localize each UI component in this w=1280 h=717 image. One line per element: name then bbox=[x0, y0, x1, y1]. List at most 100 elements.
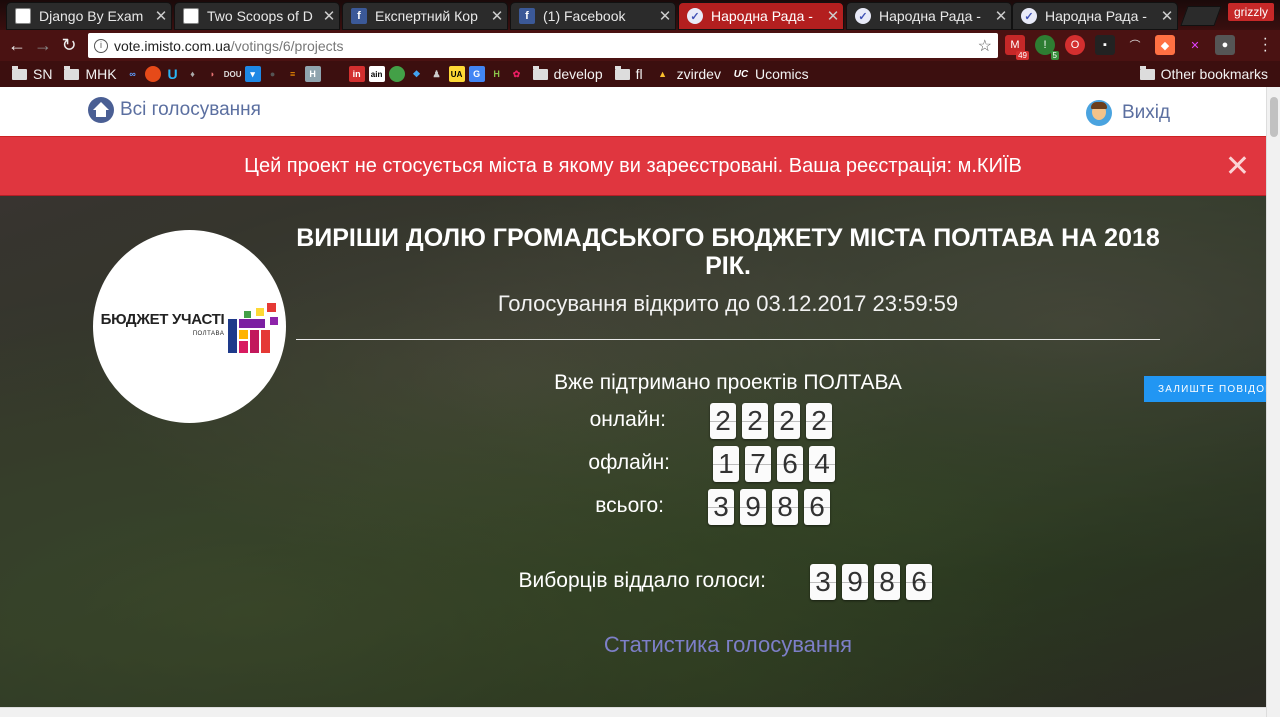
close-icon[interactable]: ✕ bbox=[319, 7, 339, 25]
reload-icon[interactable]: ↻ bbox=[56, 35, 82, 56]
tab-5-active[interactable]: ✓ Народна Рада - ✕ bbox=[678, 2, 844, 30]
browser-menu-icon[interactable]: · · · bbox=[1263, 31, 1268, 59]
tab-3[interactable]: f Експертний Кор ✕ bbox=[342, 2, 508, 30]
ghost-icon[interactable]: ◗ bbox=[205, 66, 221, 82]
logo-subtitle: ПОЛТАВА bbox=[192, 330, 225, 337]
folder-icon bbox=[64, 65, 80, 80]
counter-digit: 8 bbox=[772, 489, 798, 525]
bookmark-folder-fl[interactable]: fl bbox=[611, 65, 647, 82]
bookmark-folder-mhk[interactable]: MHK bbox=[60, 65, 120, 82]
infinity-icon[interactable]: ∞ bbox=[125, 66, 141, 82]
offline-label: офлайн: bbox=[588, 451, 670, 474]
all-votings-link[interactable]: Всі голосування bbox=[88, 97, 261, 123]
orange-extension-icon[interactable]: ◆ bbox=[1155, 35, 1175, 55]
registration-alert: Цей проект не стосується міста в якому в… bbox=[0, 136, 1266, 196]
bookmark-ucomics[interactable]: UC Ucomics bbox=[729, 66, 813, 82]
linkedin-icon[interactable]: in bbox=[348, 66, 365, 82]
arc-extension-icon[interactable]: ⌒ bbox=[1125, 35, 1145, 55]
counter-digit: 6 bbox=[906, 564, 932, 600]
bookmark-label: zvirdev bbox=[676, 66, 721, 82]
star-icon[interactable]: ☆ bbox=[978, 36, 992, 56]
facebook-icon: f bbox=[519, 8, 535, 24]
tab-7[interactable]: ✓ Народна Рада - ✕ bbox=[1012, 2, 1178, 30]
logo-text: БЮДЖЕТ УЧАСТІ ПОЛТАВА bbox=[100, 310, 225, 341]
green-extension-icon[interactable]: ! 5 bbox=[1035, 35, 1059, 60]
shield-icon[interactable]: ▾ bbox=[244, 66, 261, 82]
tab-title: Django By Exam bbox=[39, 8, 144, 24]
close-icon[interactable]: ✕ bbox=[823, 7, 843, 25]
bookmark-zvirdev[interactable]: ▲ zvirdev bbox=[651, 66, 725, 82]
voting-deadline: Голосування відкрито до 03.12.2017 23:59… bbox=[497, 291, 959, 316]
lightbulb-icon[interactable]: ♦ bbox=[185, 66, 201, 82]
github-icon[interactable]: ● bbox=[265, 66, 281, 82]
tomato-icon[interactable] bbox=[144, 66, 161, 82]
folder-icon bbox=[12, 65, 27, 80]
chess-icon[interactable]: ♟ bbox=[429, 66, 445, 82]
tab-title: (1) Facebook bbox=[543, 8, 626, 24]
close-icon[interactable]: ✕ bbox=[655, 7, 675, 25]
bulb-extension-icon[interactable]: ● bbox=[1215, 35, 1235, 55]
close-icon[interactable]: ✕ bbox=[991, 7, 1011, 25]
flower-icon[interactable]: ✿ bbox=[509, 66, 525, 82]
back-arrow-icon[interactable]: ← bbox=[4, 35, 30, 56]
alert-message: Цей проект не стосується міста в якому в… bbox=[244, 154, 1022, 177]
other-bookmarks[interactable]: Other bookmarks bbox=[1136, 65, 1272, 82]
cross-extension-icon[interactable]: ✕ bbox=[1185, 35, 1205, 55]
gmail-icon[interactable]: M 49 bbox=[1005, 35, 1029, 60]
logout-link[interactable]: Вихід bbox=[1086, 100, 1170, 126]
voting-hero: БЮДЖЕТ УЧАСТІ ПОЛТАВА ВИРІШИ ДОЛЮ ГРОМАД… bbox=[0, 196, 1266, 717]
feedback-button[interactable]: ЗАЛИШТЕ ПОВІДОМ bbox=[1144, 376, 1266, 402]
close-icon[interactable]: ✕ bbox=[1225, 149, 1250, 184]
check-icon: ✓ bbox=[855, 8, 871, 24]
address-bar[interactable]: i vote.imisto.com.ua /votings/6/projects… bbox=[88, 33, 998, 58]
all-votings-label: Всі голосування bbox=[120, 99, 261, 120]
logo-title: БЮДЖЕТ УЧАСТІ bbox=[100, 310, 225, 328]
voting-statistics-link[interactable]: Статистика голосування bbox=[296, 632, 1160, 658]
opera-icon[interactable]: O bbox=[1065, 35, 1085, 55]
new-tab-button[interactable] bbox=[1180, 6, 1222, 26]
close-icon[interactable]: ✕ bbox=[151, 7, 171, 25]
counter-digit: 3 bbox=[810, 564, 836, 600]
forward-arrow-icon[interactable]: → bbox=[30, 35, 56, 56]
folder-icon bbox=[1139, 65, 1155, 80]
url-host: vote.imisto.com.ua bbox=[114, 37, 231, 54]
tab-title: Народна Рада - bbox=[1045, 8, 1147, 24]
supported-heading: Вже підтримано проектів ПОЛТАВА bbox=[554, 371, 902, 394]
h-green-icon[interactable]: H bbox=[489, 66, 505, 82]
close-icon[interactable]: ✕ bbox=[1157, 7, 1177, 25]
green-circle-icon[interactable] bbox=[388, 66, 405, 82]
bookmark-folder-sn[interactable]: SN bbox=[8, 65, 56, 82]
url-path: /votings/6/projects bbox=[230, 37, 344, 54]
horizontal-scrollbar[interactable] bbox=[0, 707, 1266, 717]
bookmark-folder-develop[interactable]: develop bbox=[529, 65, 607, 82]
browser-toolbar: ← → ↻ i vote.imisto.com.ua /votings/6/pr… bbox=[0, 30, 1280, 61]
tab-6[interactable]: ✓ Народна Рада - ✕ bbox=[846, 2, 1012, 30]
uc-icon: UC bbox=[733, 68, 749, 80]
tab-4[interactable]: f (1) Facebook ✕ bbox=[510, 2, 676, 30]
budget-logo: БЮДЖЕТ УЧАСТІ ПОЛТАВА bbox=[93, 230, 286, 423]
folder-icon bbox=[614, 65, 630, 80]
tab-2[interactable]: Two Scoops of D ✕ bbox=[174, 2, 340, 30]
online-counter: 2 2 2 2 bbox=[710, 403, 832, 439]
counter-digit: 6 bbox=[777, 446, 803, 482]
scrollbar-thumb[interactable] bbox=[1270, 97, 1278, 137]
bookmark-label: fl bbox=[635, 66, 643, 82]
dark-extension-icon[interactable]: ▪ bbox=[1095, 35, 1115, 55]
profile-button[interactable]: grizzly bbox=[1227, 3, 1274, 21]
ua-icon[interactable]: UA bbox=[448, 66, 465, 82]
stackoverflow-icon[interactable]: ≡ bbox=[285, 66, 301, 82]
counter-digit: 4 bbox=[809, 446, 835, 482]
doc-icon bbox=[15, 8, 31, 24]
counter-digit: 3 bbox=[708, 489, 734, 525]
info-icon[interactable]: i bbox=[94, 38, 108, 53]
ain-icon[interactable]: ain bbox=[368, 66, 385, 82]
translate-icon[interactable]: G bbox=[468, 66, 485, 82]
tab-1[interactable]: Django By Exam ✕ bbox=[6, 2, 172, 30]
u-icon[interactable]: U bbox=[165, 66, 181, 82]
counter-digit: 2 bbox=[710, 403, 736, 439]
dou-icon[interactable]: DOU bbox=[224, 66, 242, 82]
vertical-scrollbar[interactable] bbox=[1266, 87, 1280, 717]
h-icon[interactable]: H bbox=[304, 66, 321, 82]
dropbox-icon[interactable]: ❖ bbox=[409, 66, 425, 82]
close-icon[interactable]: ✕ bbox=[487, 7, 507, 25]
